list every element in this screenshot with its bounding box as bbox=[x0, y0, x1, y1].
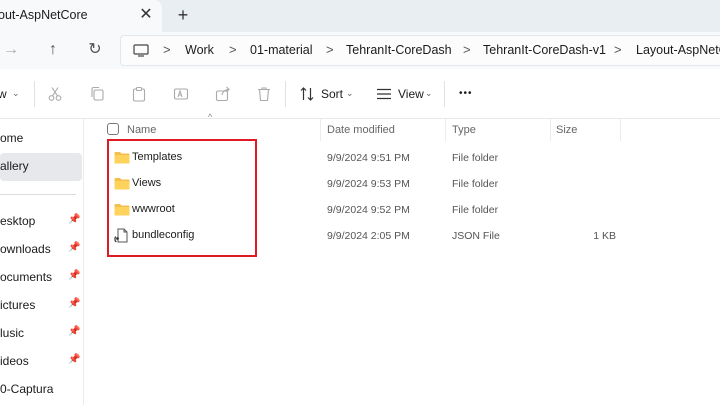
breadcrumb-separator: > bbox=[614, 42, 622, 57]
chevron-down-icon: ⌄ bbox=[12, 88, 20, 98]
navigation-pane: ome allery esktop 📌 ownloads 📌 ocuments … bbox=[0, 119, 84, 405]
command-toolbar: w ⌄ Sort ⌄ View ⌄ ••• bbox=[0, 69, 720, 119]
file-type: JSON File bbox=[452, 230, 500, 242]
sidebar-item-label: lusic bbox=[0, 326, 25, 340]
column-divider[interactable] bbox=[445, 119, 446, 141]
chevron-down-icon: ⌄ bbox=[425, 88, 433, 98]
sidebar-item-videos[interactable]: ideos 📌 bbox=[0, 348, 82, 376]
tab-title: out-AspNetCore bbox=[0, 8, 88, 22]
sidebar-item-label: allery bbox=[0, 159, 29, 173]
column-header-name[interactable]: Name bbox=[127, 124, 156, 136]
close-tab-icon[interactable]: ✕ bbox=[138, 7, 154, 23]
share-icon[interactable] bbox=[215, 86, 231, 102]
file-date: 9/9/2024 2:05 PM bbox=[327, 230, 410, 242]
sidebar-item-label: 0-Captura bbox=[0, 382, 54, 396]
pin-icon[interactable]: 📌 bbox=[68, 354, 80, 365]
sidebar-item-gallery[interactable]: allery bbox=[0, 153, 82, 181]
navigation-bar: → ↑ ↻ > Work > 01-material > TehranIt-Co… bbox=[0, 32, 720, 69]
file-date: 9/9/2024 9:53 PM bbox=[327, 178, 410, 190]
sidebar-item-music[interactable]: lusic 📌 bbox=[0, 320, 82, 348]
file-type: File folder bbox=[452, 204, 499, 216]
sidebar-item-pictures[interactable]: ictures 📌 bbox=[0, 292, 82, 320]
sidebar-item-desktop[interactable]: esktop 📌 bbox=[0, 208, 82, 236]
rename-icon[interactable] bbox=[173, 86, 189, 102]
breadcrumb-tehranit-coredash-v1[interactable]: TehranIt-CoreDash-v1 bbox=[483, 43, 606, 57]
sidebar-item-label: ome bbox=[0, 131, 24, 145]
sidebar-divider bbox=[0, 194, 76, 195]
pin-icon[interactable]: 📌 bbox=[68, 298, 80, 309]
column-divider[interactable] bbox=[550, 119, 551, 141]
sidebar-item-documents[interactable]: ocuments 📌 bbox=[0, 264, 82, 292]
view-icon[interactable] bbox=[376, 86, 392, 102]
column-divider[interactable] bbox=[620, 119, 621, 141]
sidebar-item-home[interactable]: ome bbox=[0, 125, 82, 153]
sidebar-item-captura[interactable]: 0-Captura bbox=[0, 376, 82, 404]
new-button[interactable]: w bbox=[0, 87, 7, 101]
highlight-rectangle bbox=[107, 139, 257, 257]
file-date: 9/9/2024 9:52 PM bbox=[327, 204, 410, 216]
breadcrumb-work[interactable]: Work bbox=[185, 43, 214, 57]
sort-indicator-icon: ^ bbox=[208, 112, 213, 122]
tab-active[interactable]: out-AspNetCore ✕ bbox=[0, 0, 162, 32]
column-divider[interactable] bbox=[320, 119, 321, 141]
sidebar-item-label: ideos bbox=[0, 354, 29, 368]
address-bar[interactable]: > Work > 01-material > TehranIt-CoreDash… bbox=[120, 35, 720, 66]
more-options-icon[interactable]: ••• bbox=[459, 88, 473, 99]
sidebar-item-downloads[interactable]: ownloads 📌 bbox=[0, 236, 82, 264]
column-header-row: ^ Name Date modified Type Size bbox=[84, 112, 720, 141]
pin-icon[interactable]: 📌 bbox=[68, 326, 80, 337]
sidebar-item-label: ocuments bbox=[0, 270, 53, 284]
delete-icon[interactable] bbox=[256, 86, 272, 102]
column-header-type[interactable]: Type bbox=[452, 124, 476, 136]
column-header-date-modified[interactable]: Date modified bbox=[327, 124, 395, 136]
sort-button[interactable]: Sort bbox=[321, 87, 343, 101]
breadcrumb-separator: > bbox=[326, 42, 334, 57]
pin-icon[interactable]: 📌 bbox=[68, 242, 80, 253]
breadcrumb-01-material[interactable]: 01-material bbox=[250, 43, 313, 57]
toolbar-divider bbox=[34, 81, 35, 107]
toolbar-divider bbox=[444, 81, 445, 107]
breadcrumb-separator: > bbox=[229, 42, 237, 57]
forward-arrow-icon[interactable]: → bbox=[1, 40, 21, 60]
paste-icon[interactable] bbox=[131, 86, 147, 102]
pin-icon[interactable]: 📌 bbox=[68, 270, 80, 281]
refresh-icon[interactable]: ↻ bbox=[85, 40, 105, 60]
breadcrumb-separator: > bbox=[463, 42, 471, 57]
chevron-down-icon: ⌄ bbox=[346, 88, 354, 98]
toolbar-divider bbox=[285, 81, 286, 107]
file-type: File folder bbox=[452, 178, 499, 190]
sidebar-item-label: esktop bbox=[0, 214, 36, 228]
breadcrumb-separator: > bbox=[163, 42, 171, 57]
column-header-size[interactable]: Size bbox=[556, 124, 577, 136]
copy-icon[interactable] bbox=[89, 86, 105, 102]
breadcrumb-tehranit-coredash[interactable]: TehranIt-CoreDash bbox=[346, 43, 452, 57]
view-button[interactable]: View bbox=[398, 87, 424, 101]
file-type: File folder bbox=[452, 152, 499, 164]
up-arrow-icon[interactable]: ↑ bbox=[43, 40, 63, 60]
tab-bar: out-AspNetCore ✕ + bbox=[0, 0, 720, 32]
new-tab-icon[interactable]: + bbox=[174, 6, 192, 24]
pin-icon[interactable]: 📌 bbox=[68, 214, 80, 225]
breadcrumb-layout-aspnetcore[interactable]: Layout-AspNetCore bbox=[636, 43, 720, 57]
file-date: 9/9/2024 9:51 PM bbox=[327, 152, 410, 164]
select-all-checkbox[interactable] bbox=[107, 123, 119, 135]
sidebar-item-label: ownloads bbox=[0, 242, 51, 256]
cut-icon[interactable] bbox=[47, 86, 63, 102]
sort-icon[interactable] bbox=[299, 86, 315, 102]
computer-icon bbox=[133, 44, 149, 57]
file-size: 1 KB bbox=[593, 230, 616, 242]
sidebar-item-label: ictures bbox=[0, 298, 36, 312]
